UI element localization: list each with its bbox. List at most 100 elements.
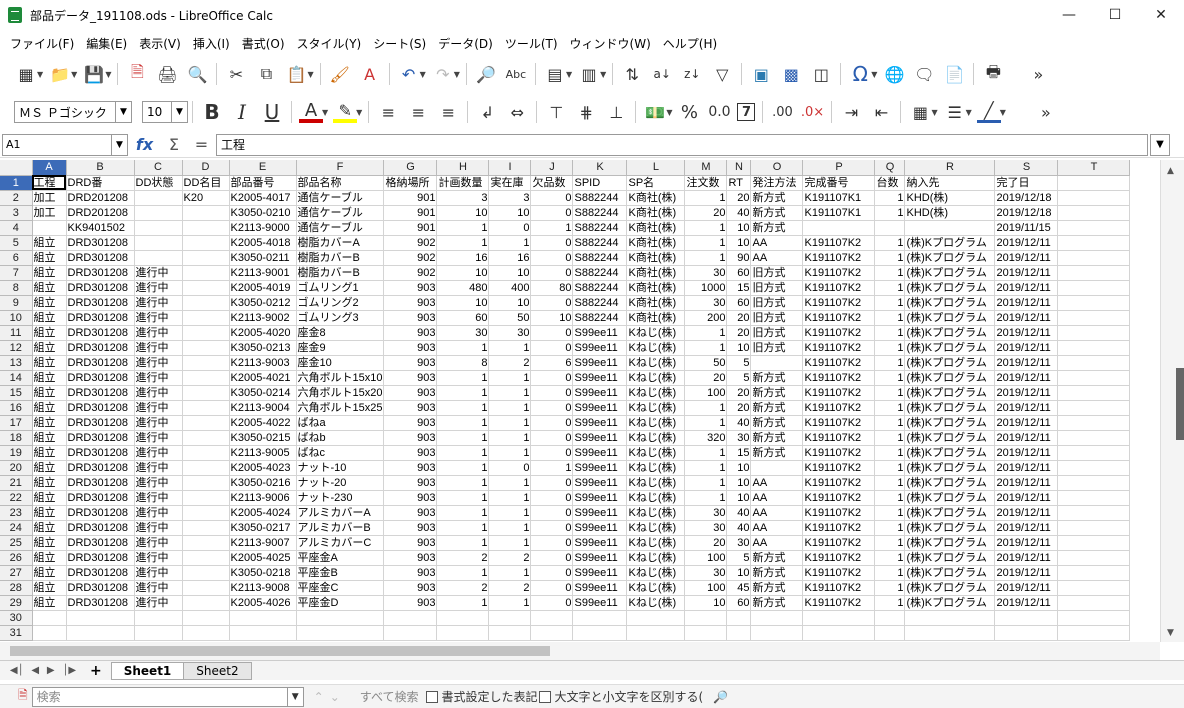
cell[interactable]: (株)Kプログラム — [904, 520, 996, 536]
prev-sheet-icon[interactable]: ◀ — [31, 665, 39, 676]
cell[interactable]: 40 — [726, 415, 752, 431]
cell[interactable]: 1 — [684, 415, 728, 431]
cell[interactable]: (株)Kプログラム — [904, 280, 996, 296]
cell[interactable]: DRD301208 — [66, 445, 135, 461]
cell[interactable]: 進行中 — [134, 445, 183, 461]
border-color-icon[interactable]: ╱ — [976, 101, 1001, 123]
cell[interactable]: 新方式 — [750, 595, 804, 611]
highlight-color-icon[interactable]: ✎ — [333, 101, 358, 123]
find-replace-icon[interactable]: 🔎 — [713, 690, 728, 704]
cell[interactable] — [32, 625, 67, 641]
row-header[interactable]: 29 — [0, 595, 33, 611]
cell[interactable]: 平座金A — [296, 550, 385, 566]
cell[interactable]: AA — [750, 250, 804, 266]
cell[interactable]: 901 — [383, 220, 438, 236]
cell[interactable]: 組立 — [32, 565, 67, 581]
font-name-select[interactable]: ＭＳ Ｐゴシック ▼ — [14, 101, 132, 123]
cell[interactable]: 1 — [874, 475, 906, 491]
cell[interactable]: 903 — [383, 310, 438, 326]
cell[interactable] — [1057, 415, 1131, 431]
cell[interactable] — [750, 610, 804, 626]
cell[interactable]: K2113-9003 — [229, 355, 297, 371]
open-folder-icon[interactable]: 📁 — [48, 62, 72, 86]
cell[interactable]: 1 — [488, 430, 532, 446]
cell[interactable]: S99ee11 — [572, 460, 628, 476]
cell[interactable]: DRD301208 — [66, 595, 135, 611]
cell[interactable]: 903 — [383, 340, 438, 356]
cell[interactable]: K2005-4019 — [229, 280, 297, 296]
cell[interactable]: Kねじ(株) — [626, 460, 686, 476]
cell[interactable]: K2113-9008 — [229, 580, 297, 596]
cell[interactable] — [1057, 310, 1131, 326]
cell[interactable]: KK9401502 — [66, 220, 135, 236]
delete-decimal-icon[interactable]: .0× — [800, 100, 824, 124]
currency-format-icon[interactable]: 💵 — [643, 100, 667, 124]
cell[interactable]: (株)Kプログラム — [904, 340, 996, 356]
cell[interactable]: ナット-10 — [296, 460, 385, 476]
cell[interactable]: 50 — [684, 355, 728, 371]
cell[interactable]: DRD301208 — [66, 430, 135, 446]
clone-format-icon[interactable]: 🖌 — [328, 62, 352, 86]
cell[interactable]: 発注方法 — [750, 175, 804, 191]
cell[interactable]: 0 — [530, 235, 574, 251]
cell[interactable] — [134, 610, 183, 626]
cell[interactable]: 20 — [726, 190, 752, 206]
tab-sheet1[interactable]: Sheet1 — [110, 661, 185, 680]
cell[interactable]: 0 — [530, 580, 574, 596]
cell[interactable]: 新方式 — [750, 550, 804, 566]
cell[interactable]: 0 — [530, 295, 574, 311]
cell[interactable]: 1 — [488, 520, 532, 536]
cell[interactable] — [436, 610, 490, 626]
row-header[interactable]: 26 — [0, 550, 33, 566]
cell[interactable]: 旧方式 — [750, 295, 804, 311]
cell[interactable]: DRD301208 — [66, 310, 135, 326]
cell[interactable]: 903 — [383, 595, 438, 611]
cell[interactable]: 2019/12/11 — [994, 400, 1059, 416]
cell[interactable] — [802, 220, 876, 236]
cell[interactable]: 2019/12/11 — [994, 535, 1059, 551]
cell[interactable]: 欠品数 — [530, 175, 574, 191]
cell[interactable]: 10 — [726, 340, 752, 356]
cell[interactable]: K3050-0213 — [229, 340, 297, 356]
cell[interactable] — [750, 355, 804, 371]
cell[interactable]: DRD301208 — [66, 505, 135, 521]
cell[interactable]: K商社(株) — [626, 220, 686, 236]
cell[interactable] — [626, 610, 686, 626]
cell[interactable]: 格納場所 — [383, 175, 438, 191]
cell[interactable]: 903 — [383, 535, 438, 551]
cell[interactable] — [436, 625, 490, 641]
cell[interactable]: 1 — [874, 520, 906, 536]
cell[interactable]: アルミカバーA — [296, 505, 385, 521]
cell[interactable]: 60 — [436, 310, 490, 326]
cell[interactable]: 加工 — [32, 205, 67, 221]
cell[interactable] — [1057, 475, 1131, 491]
cell[interactable]: K191107K2 — [802, 535, 876, 551]
cell[interactable] — [182, 325, 230, 341]
cell[interactable] — [182, 445, 230, 461]
cell[interactable]: 2019/12/11 — [994, 235, 1059, 251]
name-box[interactable]: A1 ▼ — [2, 133, 128, 156]
close-button[interactable]: ✕ — [1138, 0, 1184, 30]
cell[interactable]: Kねじ(株) — [626, 475, 686, 491]
column-header[interactable]: K — [572, 160, 628, 176]
cell[interactable]: K2113-9004 — [229, 400, 297, 416]
cell[interactable]: K191107K2 — [802, 235, 876, 251]
cell[interactable] — [182, 310, 230, 326]
cell[interactable]: 組立 — [32, 295, 67, 311]
cell[interactable] — [182, 430, 230, 446]
first-sheet-icon[interactable]: ◀│ — [10, 665, 24, 676]
cell[interactable]: S99ee11 — [572, 415, 628, 431]
cell[interactable]: 新方式 — [750, 430, 804, 446]
cell[interactable]: Kねじ(株) — [626, 595, 686, 611]
cell[interactable]: 320 — [684, 430, 728, 446]
cell[interactable] — [1057, 175, 1131, 191]
cell[interactable]: 台数 — [874, 175, 906, 191]
function-wizard-icon[interactable]: fx — [136, 135, 153, 154]
cell[interactable]: 2019/12/11 — [994, 475, 1059, 491]
cell[interactable] — [994, 610, 1059, 626]
cell[interactable]: 30 — [684, 265, 728, 281]
cell[interactable]: 0 — [530, 250, 574, 266]
cell[interactable]: 1 — [488, 340, 532, 356]
cell[interactable]: K2005-4017 — [229, 190, 297, 206]
cell[interactable]: (株)Kプログラム — [904, 550, 996, 566]
